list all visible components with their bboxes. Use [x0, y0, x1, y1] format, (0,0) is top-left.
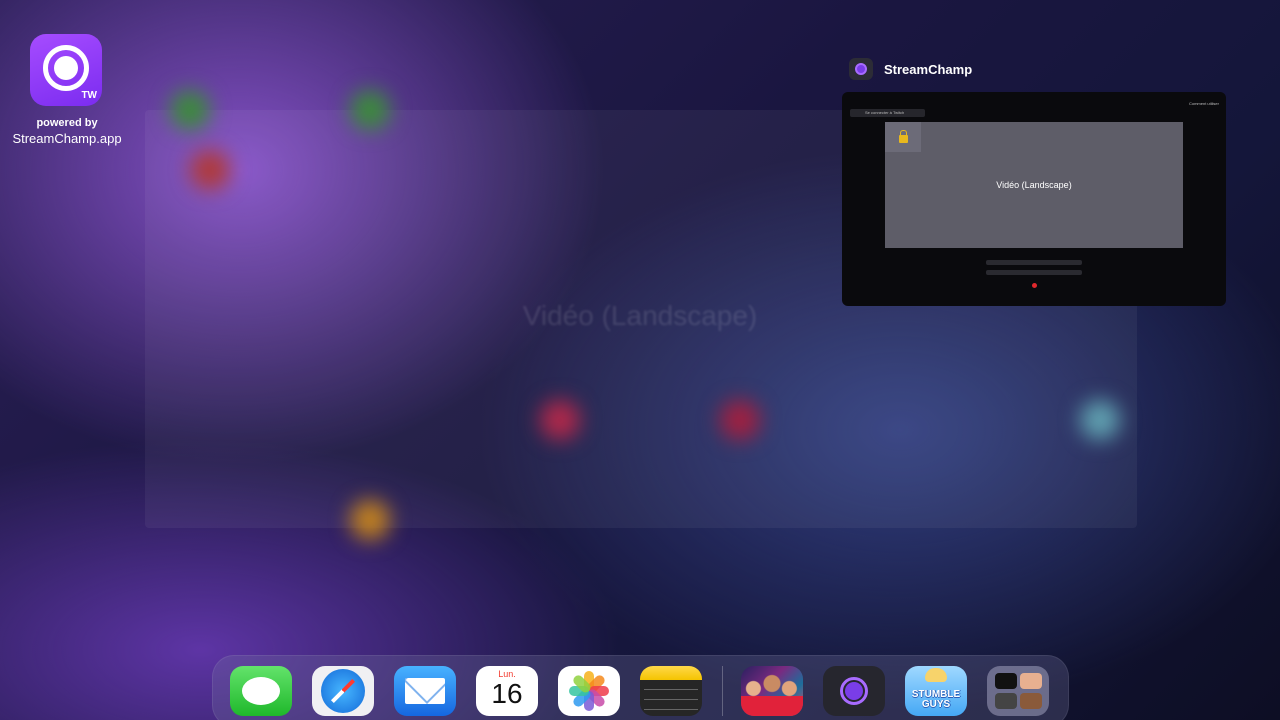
app-preview-card[interactable]: Se connecter à Twitch Comment utiliser V… [842, 92, 1226, 306]
messages-icon[interactable] [230, 666, 292, 716]
preview-video-area: Vidéo (Landscape) [885, 122, 1183, 248]
dock-separator [722, 666, 723, 716]
background-blur-blob [720, 400, 760, 440]
background-blur-blob [190, 150, 230, 190]
app-switcher-title: StreamChamp [884, 61, 973, 77]
app-switcher-header[interactable]: StreamChamp [849, 58, 972, 80]
app-library-icon[interactable] [987, 666, 1049, 716]
photos-icon[interactable] [558, 666, 620, 716]
stumble-guys-label: STUMBLE GUYS [911, 689, 961, 710]
mail-icon[interactable] [394, 666, 456, 716]
preview-video-label: Vidéo (Landscape) [996, 180, 1072, 190]
preview-help-link: Comment utiliser [1188, 101, 1219, 106]
streamchamp-icon [849, 58, 873, 80]
safari-icon[interactable] [312, 666, 374, 716]
calendar-day: 16 [491, 678, 523, 709]
background-blur-blob [540, 400, 580, 440]
logo-badge: TW [81, 90, 97, 101]
streamchamp-icon[interactable] [823, 666, 885, 716]
record-dot-icon [1032, 283, 1037, 288]
preview-topbar: Se connecter à Twitch Comment utiliser [847, 97, 1221, 117]
background-blur-blob [1080, 400, 1120, 440]
notes-icon[interactable] [640, 666, 702, 716]
powered-by-url: StreamChamp.app [12, 131, 122, 146]
preview-slider [986, 270, 1082, 275]
preview-connect-button: Se connecter à Twitch [850, 109, 925, 117]
powered-by-label: powered by [36, 117, 98, 129]
stumble-guys-icon[interactable]: STUMBLE GUYS [905, 666, 967, 716]
calendar-icon[interactable]: Lun. 16 [476, 666, 538, 716]
streamchamp-logo-icon: TW [30, 34, 102, 106]
lock-icon [885, 122, 921, 152]
background-blur-blob [350, 500, 390, 540]
background-blur-blob [170, 90, 210, 130]
preview-slider [986, 260, 1082, 265]
background-blur-blob [350, 90, 390, 130]
game-icon[interactable] [741, 666, 803, 716]
